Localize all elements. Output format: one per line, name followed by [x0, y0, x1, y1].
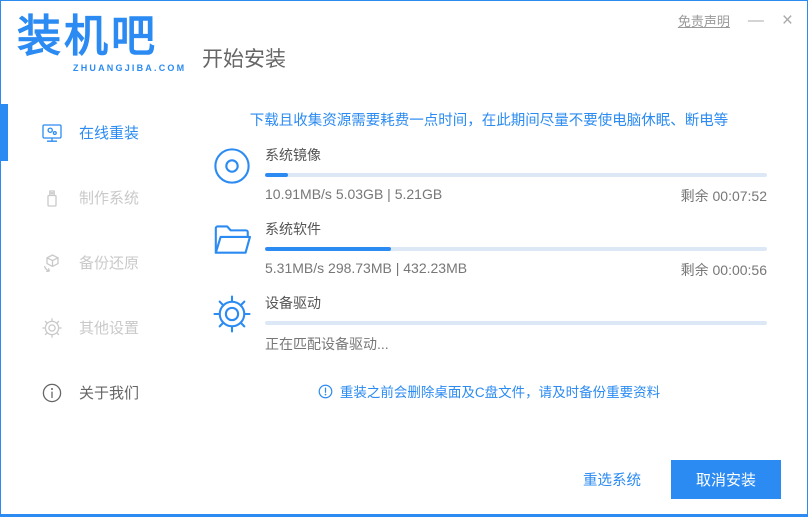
backup-warning: 重装之前会删除桌面及C盘文件，请及时备份重要资料 — [211, 381, 767, 401]
page-title: 开始安装 — [202, 48, 286, 71]
app-logo: 装机吧 ZHUANGJIBA.COM — [1, 1, 186, 96]
sidebar-item-label: 制作系统 — [79, 190, 140, 207]
task-remaining-time: 剩余 00:07:52 — [680, 188, 767, 204]
progress-bar — [265, 247, 767, 251]
sidebar-item-label: 关于我们 — [79, 385, 140, 402]
cancel-install-button[interactable]: 取消安装 — [670, 460, 781, 499]
task-body: 系统软件 5.31MB/s 298.73MB | 432.23MB 剩余 00:… — [265, 219, 767, 280]
progress-bar — [265, 173, 767, 177]
usb-drive-icon — [41, 187, 63, 209]
task-name: 系统软件 — [265, 221, 321, 237]
task-stats-row: 5.31MB/s 298.73MB | 432.23MB 剩余 00:00:56 — [265, 260, 767, 280]
sidebar-item-backup-restore[interactable]: 备份还原 — [1, 230, 186, 295]
task-system-image: 系统镜像 10.91MB/s 5.03GB | 5.21GB 剩余 00:07:… — [211, 145, 767, 206]
logo-text: 装机吧 — [17, 11, 158, 62]
task-body: 设备驱动 正在匹配设备驱动... — [265, 293, 767, 354]
app-window: 装机吧 ZHUANGJIBA.COM 开始安装 免责声明 — × 在线重装 制作… — [0, 0, 808, 517]
task-stats-row: 正在匹配设备驱动... — [265, 334, 767, 354]
sidebar-item-online-reinstall[interactable]: 在线重装 — [1, 100, 186, 165]
main-content: 下载且收集资源需要耗费一点时间，在此期间尽量不要使电脑休眠、断电等 系统镜像 1… — [186, 96, 807, 514]
task-name: 设备驱动 — [265, 295, 321, 311]
sidebar-item-label: 其他设置 — [79, 320, 140, 337]
progress-fill — [265, 173, 288, 177]
sidebar-item-other-settings[interactable]: 其他设置 — [1, 295, 186, 360]
task-speed-size: 5.31MB/s 298.73MB | 432.23MB — [265, 260, 468, 276]
reselect-system-link[interactable]: 重选系统 — [583, 469, 641, 490]
monitor-reinstall-icon — [41, 122, 63, 144]
task-system-software: 系统软件 5.31MB/s 298.73MB | 432.23MB 剩余 00:… — [211, 219, 767, 280]
disc-icon — [211, 145, 253, 187]
gear-icon — [211, 293, 253, 335]
task-status-text: 正在匹配设备驱动... — [265, 336, 389, 352]
task-list: 系统镜像 10.91MB/s 5.03GB | 5.21GB 剩余 00:07:… — [211, 145, 767, 354]
task-name: 系统镜像 — [265, 147, 321, 163]
footer-actions: 重选系统 取消安装 — [583, 460, 781, 499]
task-device-drivers: 设备驱动 正在匹配设备驱动... — [211, 293, 767, 354]
backup-warning-text: 重装之前会删除桌面及C盘文件，请及时备份重要资料 — [339, 385, 661, 400]
logo-subtitle: ZHUANGJIBA.COM — [73, 63, 187, 73]
task-speed-size: 10.91MB/s 5.03GB | 5.21GB — [265, 186, 443, 202]
progress-fill — [265, 247, 391, 251]
task-remaining-time: 剩余 00:00:56 — [680, 262, 767, 278]
sidebar-item-label: 在线重装 — [79, 125, 140, 142]
minimize-button[interactable]: — — [748, 12, 764, 29]
window-controls: 免责声明 — × — [678, 11, 793, 30]
sidebar-item-about-us[interactable]: 关于我们 — [1, 360, 186, 425]
gear-icon — [41, 317, 63, 339]
backup-box-icon — [41, 252, 63, 274]
sidebar-item-make-system[interactable]: 制作系统 — [1, 165, 186, 230]
close-button[interactable]: × — [782, 11, 793, 30]
progress-bar — [265, 321, 767, 325]
exclamation-circle-icon — [318, 384, 333, 399]
task-stats-row: 10.91MB/s 5.03GB | 5.21GB 剩余 00:07:52 — [265, 186, 767, 206]
folder-icon — [211, 219, 253, 261]
disclaimer-link[interactable]: 免责声明 — [678, 11, 730, 30]
task-body: 系统镜像 10.91MB/s 5.03GB | 5.21GB 剩余 00:07:… — [265, 145, 767, 206]
download-notice: 下载且收集资源需要耗费一点时间，在此期间尽量不要使电脑休眠、断电等 — [249, 113, 729, 129]
sidebar-item-label: 备份还原 — [79, 255, 140, 272]
info-icon — [41, 382, 63, 404]
sidebar: 在线重装 制作系统 备份还原 其他设置 关于我们 — [1, 96, 186, 514]
header: 装机吧 ZHUANGJIBA.COM 开始安装 免责声明 — × — [1, 1, 807, 96]
